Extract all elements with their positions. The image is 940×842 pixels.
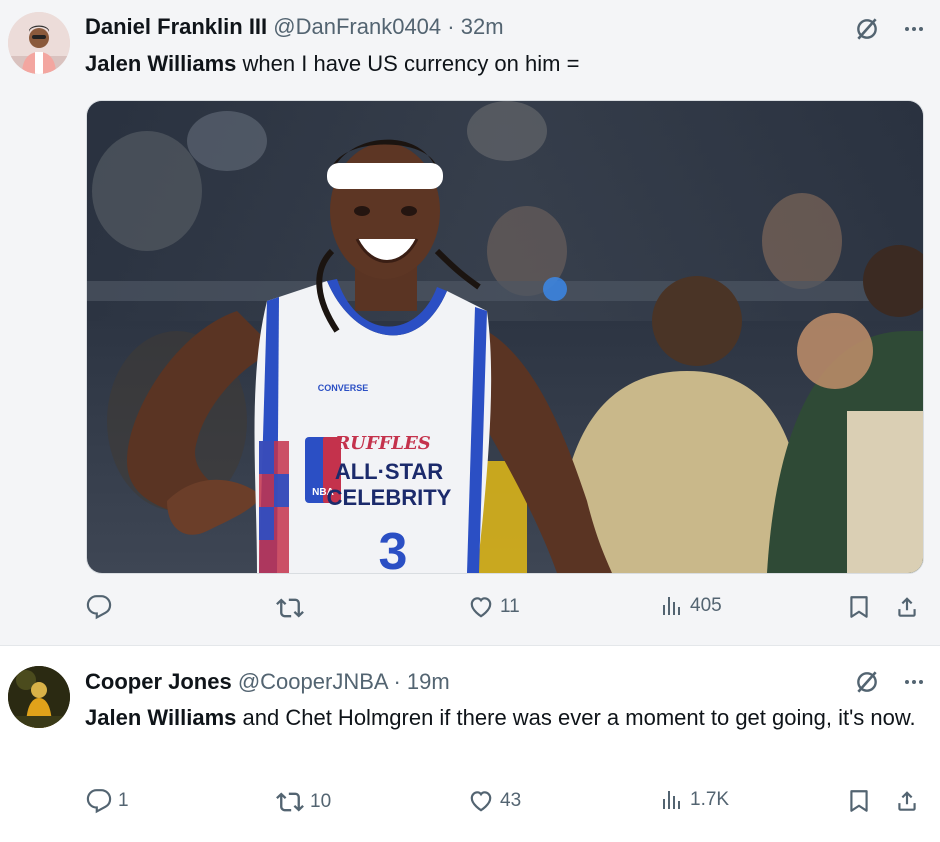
timestamp[interactable]: 32m — [461, 14, 504, 39]
jersey-number: 3 — [379, 523, 408, 573]
tweet-header: Cooper Jones @CooperJNBA · 19m — [85, 669, 450, 695]
bookmark-icon — [846, 788, 872, 814]
handle[interactable]: @CooperJNBA — [238, 669, 388, 694]
share-upload-icon — [894, 788, 920, 814]
more-dots-icon[interactable] — [902, 17, 926, 41]
bar-chart-icon — [660, 594, 684, 618]
tweet-header: Daniel Franklin III @DanFrank0404 · 32m — [85, 14, 504, 40]
jersey-brand: CONVERSE — [318, 383, 369, 393]
tweet-photo[interactable]: NBA CONVERSE RUFFLES ALL·STAR CELEBRITY … — [86, 100, 924, 574]
avatar[interactable] — [8, 12, 70, 74]
avatar-image — [8, 12, 70, 74]
like-count: 43 — [500, 790, 522, 811]
tweet-actions: 1 10 43 1.7K — [86, 788, 926, 818]
jersey-text-1: ALL·STAR — [335, 459, 443, 484]
heart-icon — [468, 594, 494, 620]
reply-bubble-icon — [86, 594, 112, 620]
tweet-text: Jalen Williams when I have US currency o… — [85, 48, 920, 80]
display-name[interactable]: Cooper Jones — [85, 669, 232, 694]
bookmark-button[interactable] — [846, 788, 872, 814]
tweet-top-actions — [854, 669, 926, 695]
display-name[interactable]: Daniel Franklin III — [85, 14, 267, 39]
views-button[interactable]: 405 — [660, 594, 722, 618]
reply-button[interactable]: 1 — [86, 788, 129, 814]
bookmark-button[interactable] — [846, 594, 872, 620]
tweet-text: Jalen Williams and Chet Holmgren if ther… — [85, 702, 920, 734]
like-button[interactable]: 11 — [468, 594, 520, 620]
mention[interactable]: Jalen Williams — [85, 705, 236, 730]
separator-dot: · — [447, 14, 455, 39]
mention[interactable]: Jalen Williams — [85, 51, 236, 76]
photo-illustration: NBA CONVERSE RUFFLES ALL·STAR CELEBRITY … — [87, 101, 923, 573]
bar-chart-icon — [660, 788, 684, 812]
retweet-count: 10 — [310, 791, 332, 812]
share-upload-icon — [894, 594, 920, 620]
share-button[interactable] — [894, 594, 920, 620]
grok-slash-icon[interactable] — [854, 669, 880, 695]
tweet-body: and Chet Holmgren if there was ever a mo… — [236, 705, 916, 730]
retweet-button[interactable]: 10 — [276, 788, 331, 816]
grok-slash-icon[interactable] — [854, 16, 880, 42]
avatar[interactable] — [8, 666, 70, 728]
retweet-icon — [276, 594, 304, 622]
tweet-body: when I have US currency on him = — [236, 51, 580, 76]
separator-dot: · — [393, 669, 401, 694]
view-count: 405 — [690, 595, 722, 616]
like-count: 11 — [500, 596, 520, 617]
share-button[interactable] — [894, 788, 920, 814]
tweet-top-actions — [854, 16, 926, 42]
retweet-button[interactable] — [276, 594, 310, 622]
views-button[interactable]: 1.7K — [660, 788, 729, 812]
reply-button[interactable] — [86, 594, 118, 620]
more-dots-icon[interactable] — [902, 670, 926, 694]
retweet-icon — [276, 788, 304, 816]
timestamp[interactable]: 19m — [407, 669, 450, 694]
view-count: 1.7K — [690, 789, 730, 810]
reply-bubble-icon — [86, 788, 112, 814]
jersey-sponsor: RUFFLES — [334, 433, 431, 454]
tweet-actions: 11 405 — [86, 594, 926, 624]
bookmark-icon — [846, 594, 872, 620]
tweet-1[interactable]: Daniel Franklin III @DanFrank0404 · 32m … — [0, 0, 940, 646]
tweet-2[interactable]: Cooper Jones @CooperJNBA · 19m Jalen Wil… — [0, 646, 940, 842]
jersey-text-2: CELEBRITY — [327, 485, 452, 510]
handle[interactable]: @DanFrank0404 — [273, 14, 441, 39]
reply-count: 1 — [118, 790, 129, 811]
like-button[interactable]: 43 — [468, 788, 521, 814]
heart-icon — [468, 788, 494, 814]
avatar-image — [8, 666, 70, 728]
